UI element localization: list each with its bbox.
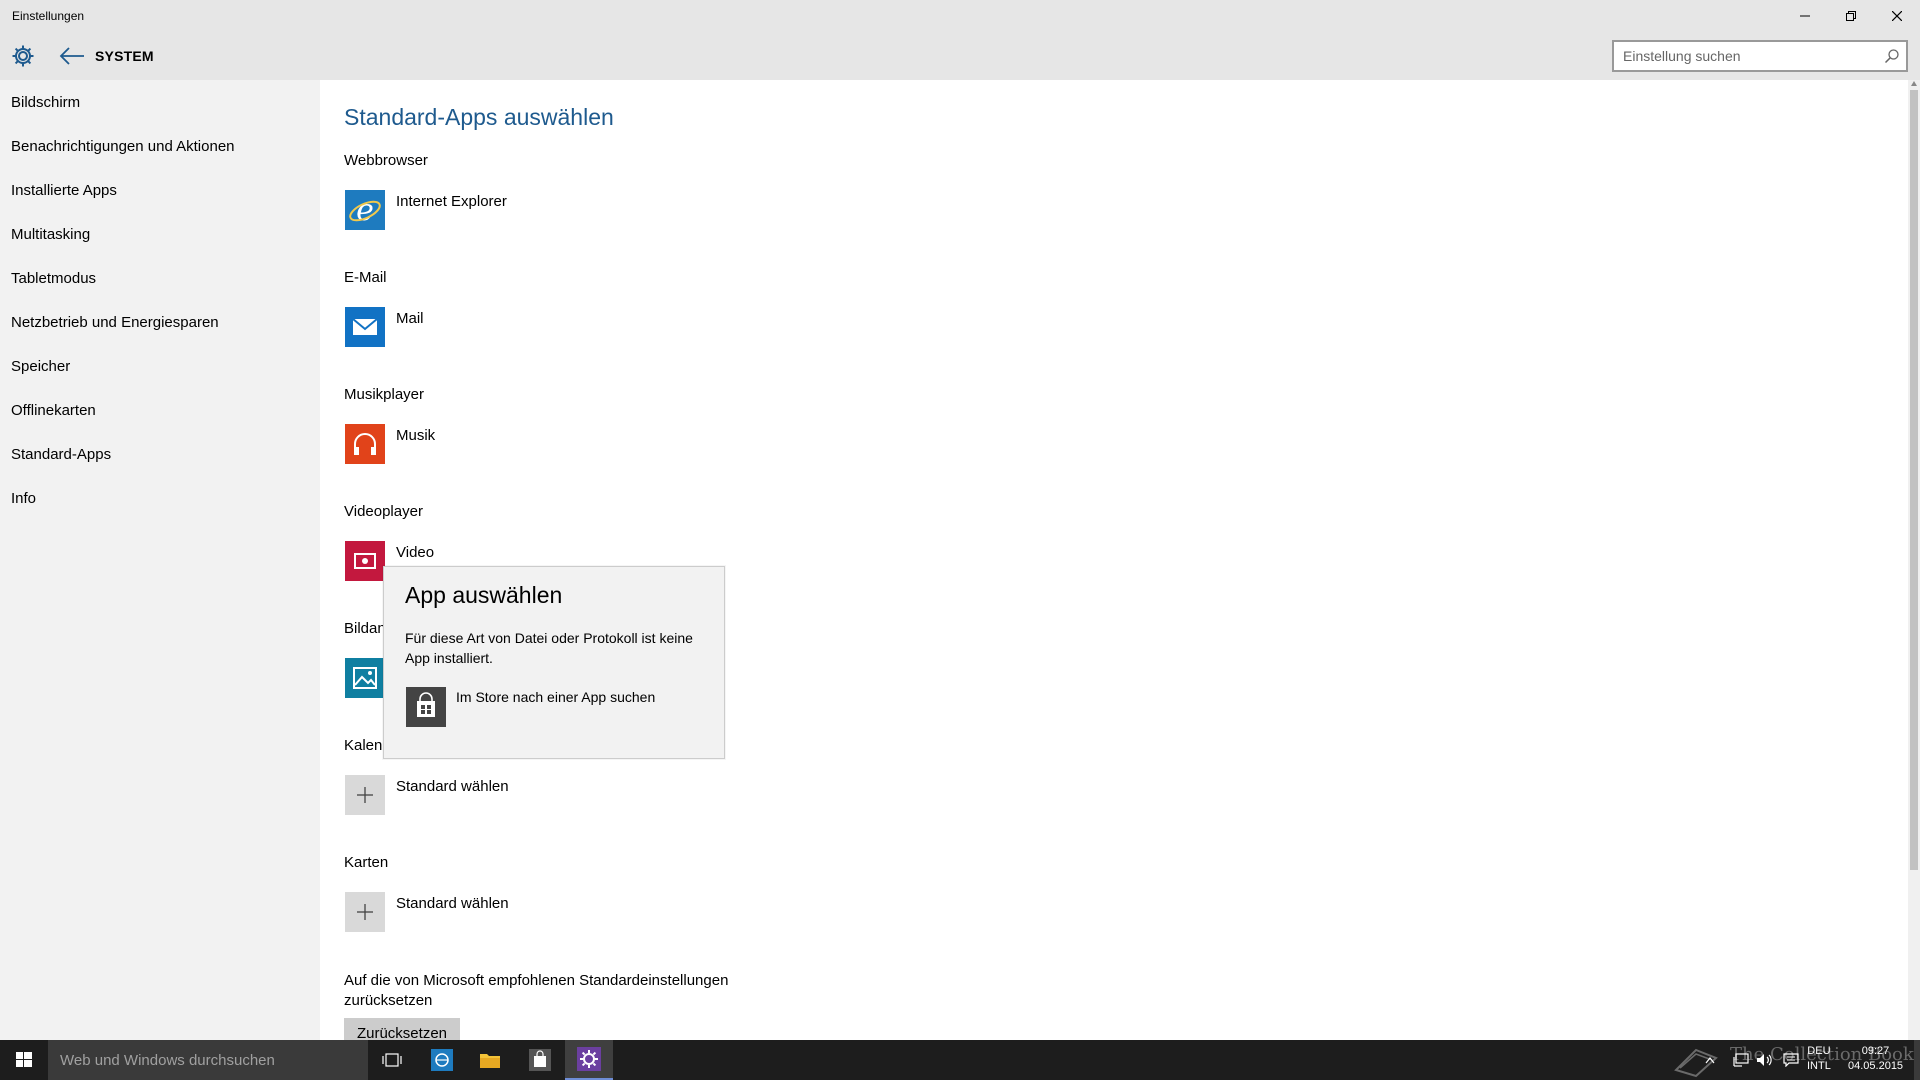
plus-icon[interactable] bbox=[345, 775, 385, 815]
app-name-email[interactable]: Mail bbox=[396, 310, 424, 327]
clock-date: 04.05.2015 bbox=[1848, 1060, 1904, 1072]
input-language-indicator[interactable]: DEU INTL bbox=[1807, 1044, 1831, 1074]
reset-button[interactable]: Zurücksetzen bbox=[344, 1018, 460, 1040]
plus-icon[interactable] bbox=[345, 892, 385, 932]
internet-explorer-icon[interactable]: e bbox=[345, 190, 385, 230]
settings-gear-icon bbox=[577, 1047, 601, 1071]
app-chooser-flyout: App auswählen Für diese Art von Datei od… bbox=[383, 566, 725, 759]
app-name-videoplayer[interactable]: Video bbox=[396, 544, 434, 561]
taskbar: Web und Windows durchsuchen The Collecti… bbox=[0, 1040, 1920, 1080]
sidebar-item-benachrichtigungen[interactable]: Benachrichtigungen und Aktionen bbox=[11, 138, 235, 155]
network-tray-button[interactable] bbox=[1730, 1040, 1752, 1080]
category-label-musikplayer: Musikplayer bbox=[344, 386, 425, 403]
search-icon[interactable] bbox=[1884, 48, 1900, 64]
category-label-karten: Karten bbox=[344, 854, 389, 871]
restore-button[interactable] bbox=[1828, 0, 1874, 32]
sidebar-item-offlinekarten[interactable]: Offlinekarten bbox=[11, 402, 96, 419]
sidebar-item-speicher[interactable]: Speicher bbox=[11, 358, 70, 375]
photos-icon[interactable] bbox=[345, 658, 385, 698]
main-content: Standard-Apps auswählen Webbrowser e Int… bbox=[320, 80, 1908, 1040]
taskbar-settings-button[interactable] bbox=[565, 1040, 613, 1080]
page-title: Standard-Apps auswählen bbox=[344, 104, 614, 130]
restore-icon bbox=[1846, 11, 1856, 21]
main-scrollbar[interactable] bbox=[1908, 80, 1920, 1040]
flyout-description: Für diese Art von Datei oder Protokoll i… bbox=[405, 630, 693, 666]
clock-time: 09:27 bbox=[1861, 1045, 1890, 1057]
sidebar: Bildschirm Benachrichtigungen und Aktion… bbox=[0, 80, 320, 1040]
store-icon[interactable] bbox=[406, 687, 446, 727]
category-label-webbrowser: Webbrowser bbox=[344, 152, 428, 169]
choose-default-kalender[interactable]: Standard wählen bbox=[396, 778, 509, 795]
network-icon bbox=[1733, 1053, 1749, 1067]
tray-overflow-button[interactable] bbox=[1702, 1040, 1718, 1080]
sidebar-item-installierte-apps[interactable]: Installierte Apps bbox=[11, 182, 117, 199]
sidebar-item-tabletmodus[interactable]: Tabletmodus bbox=[11, 270, 96, 287]
app-name-webbrowser[interactable]: Internet Explorer bbox=[396, 193, 507, 210]
settings-search[interactable] bbox=[1612, 40, 1908, 72]
store-search-link[interactable]: Im Store nach einer App suchen bbox=[456, 689, 655, 705]
taskbar-search[interactable]: Web und Windows durchsuchen bbox=[48, 1040, 368, 1080]
flyout-title: App auswählen bbox=[405, 582, 563, 608]
section-title: SYSTEM bbox=[95, 48, 154, 64]
search-input[interactable] bbox=[1623, 47, 1873, 65]
task-view-icon bbox=[382, 1053, 402, 1067]
keyboard-layout: INTL bbox=[1807, 1060, 1831, 1072]
reset-description: Auf die von Microsoft empfohlenen Standa… bbox=[344, 972, 729, 1009]
category-label-bildanzeige: Bildan bbox=[344, 620, 386, 637]
taskbar-store-button[interactable] bbox=[516, 1040, 564, 1080]
minimize-icon bbox=[1800, 15, 1810, 17]
window-title: Einstellungen bbox=[12, 9, 85, 23]
sidebar-item-standard-apps[interactable]: Standard-Apps bbox=[11, 446, 111, 463]
category-label-email: E-Mail bbox=[344, 269, 387, 286]
svg-text:e: e bbox=[356, 193, 374, 228]
windows-logo-icon bbox=[16, 1052, 32, 1067]
folder-icon bbox=[480, 1054, 500, 1068]
sidebar-item-bildschirm[interactable]: Bildschirm bbox=[11, 94, 80, 111]
volume-tray-button[interactable] bbox=[1754, 1040, 1776, 1080]
close-button[interactable] bbox=[1874, 0, 1920, 32]
settings-header: SYSTEM bbox=[0, 32, 1920, 80]
chevron-up-icon bbox=[1705, 1057, 1715, 1064]
sidebar-item-multitasking[interactable]: Multitasking bbox=[11, 226, 90, 243]
scroll-thumb[interactable] bbox=[1910, 90, 1918, 870]
settings-gear-icon bbox=[12, 45, 34, 67]
sidebar-item-netzbetrieb[interactable]: Netzbetrieb und Energiesparen bbox=[11, 314, 219, 331]
notification-icon bbox=[1783, 1053, 1799, 1067]
taskbar-search-placeholder: Web und Windows durchsuchen bbox=[60, 1052, 275, 1069]
volume-icon bbox=[1757, 1054, 1772, 1066]
mail-icon[interactable] bbox=[345, 307, 385, 347]
back-arrow-icon[interactable] bbox=[58, 44, 86, 68]
action-center-button[interactable] bbox=[1780, 1040, 1802, 1080]
title-bar: Einstellungen bbox=[0, 0, 1920, 32]
scroll-up-arrow-icon[interactable] bbox=[1910, 80, 1918, 88]
close-icon bbox=[1892, 11, 1902, 21]
show-desktop-button[interactable] bbox=[1914, 1040, 1920, 1080]
internet-explorer-icon bbox=[431, 1049, 453, 1071]
app-name-musikplayer[interactable]: Musik bbox=[396, 427, 435, 444]
sidebar-item-info[interactable]: Info bbox=[11, 490, 36, 507]
music-headphones-icon[interactable] bbox=[345, 424, 385, 464]
category-label-videoplayer: Videoplayer bbox=[344, 503, 423, 520]
taskbar-ie-button[interactable] bbox=[418, 1040, 466, 1080]
choose-default-karten[interactable]: Standard wählen bbox=[396, 895, 509, 912]
taskbar-explorer-button[interactable] bbox=[466, 1040, 514, 1080]
store-icon bbox=[529, 1049, 551, 1071]
start-button[interactable] bbox=[0, 1040, 48, 1080]
minimize-button[interactable] bbox=[1782, 0, 1828, 32]
task-view-button[interactable] bbox=[368, 1040, 416, 1080]
language-code: DEU bbox=[1807, 1045, 1831, 1057]
system-clock[interactable]: 09:27 04.05.2015 bbox=[1848, 1044, 1903, 1074]
video-icon[interactable] bbox=[345, 541, 385, 581]
